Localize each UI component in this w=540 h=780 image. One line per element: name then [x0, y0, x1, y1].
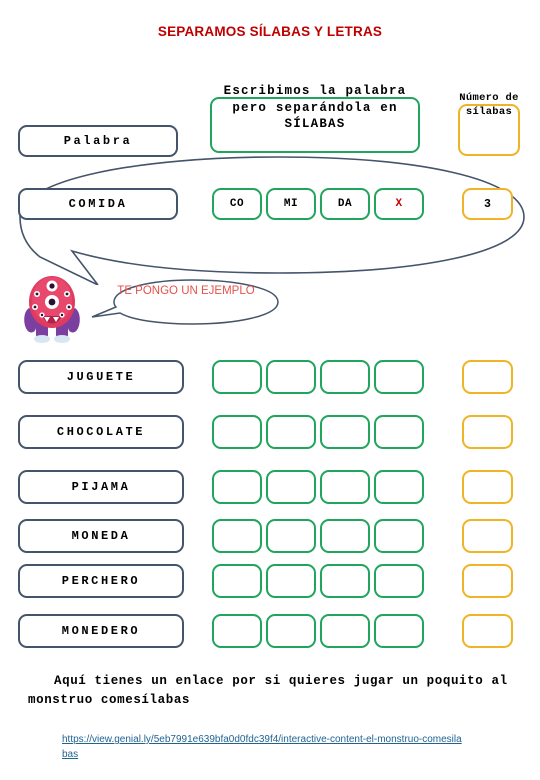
- footer-instruction: Aquí tienes un enlace por si quieres jug…: [28, 674, 508, 708]
- example-count-text: 3: [484, 197, 491, 211]
- exercise-syllable-input[interactable]: [320, 614, 370, 648]
- exercise-count-input[interactable]: [462, 470, 513, 504]
- exercise-word-text: MONEDERO: [61, 624, 141, 638]
- exercise-syllable-input[interactable]: [320, 564, 370, 598]
- header-count-label-text: Número de sílabas: [459, 92, 519, 118]
- example-syllable-text: X: [395, 198, 403, 210]
- exercise-syllable-input[interactable]: [320, 360, 370, 394]
- header-word-label-text: Palabra: [63, 134, 133, 148]
- exercise-syllable-input[interactable]: [266, 360, 316, 394]
- example-syllable-text: MI: [283, 198, 299, 210]
- exercise-syllable-input[interactable]: [212, 614, 262, 648]
- header-count-label: Número de sílabas: [458, 92, 520, 156]
- exercise-word-text: JUGUETE: [66, 370, 136, 384]
- exercise-syllable-input[interactable]: [212, 470, 262, 504]
- monster-character-icon: [24, 276, 80, 343]
- exercise-word-box: MONEDERO: [18, 614, 184, 648]
- exercise-count-input[interactable]: [462, 415, 513, 449]
- exercise-syllable-input[interactable]: [266, 519, 316, 553]
- exercise-syllable-input[interactable]: [320, 519, 370, 553]
- example-syllable-cell[interactable]: DA: [320, 188, 370, 220]
- exercise-word-box: MONEDA: [18, 519, 184, 553]
- exercise-syllable-input[interactable]: [212, 415, 262, 449]
- exercise-syllable-input[interactable]: [374, 614, 424, 648]
- example-count-box: 3: [462, 188, 513, 220]
- exercise-syllable-input[interactable]: [374, 415, 424, 449]
- exercise-syllable-input[interactable]: [374, 360, 424, 394]
- example-syllable-cell[interactable]: MI: [266, 188, 316, 220]
- example-word-box: COMIDA: [18, 188, 178, 220]
- exercise-syllable-input[interactable]: [374, 470, 424, 504]
- exercise-syllable-input[interactable]: [374, 564, 424, 598]
- exercise-syllable-input[interactable]: [266, 564, 316, 598]
- exercise-syllable-input[interactable]: [320, 415, 370, 449]
- genially-link[interactable]: https://view.genial.ly/5eb7991e639bfa0d0…: [62, 733, 462, 762]
- page-title: SEPARAMOS SÍLABAS Y LETRAS: [157, 24, 383, 39]
- monster-speech-bubble-text: TE PONGO UN EJEMPLO: [117, 285, 255, 297]
- exercise-count-input[interactable]: [462, 614, 513, 648]
- exercise-syllable-input[interactable]: [266, 470, 316, 504]
- exercise-count-input[interactable]: [462, 360, 513, 394]
- exercise-syllable-input[interactable]: [212, 519, 262, 553]
- exercise-word-box: JUGUETE: [18, 360, 184, 394]
- header-word-label: Palabra: [18, 125, 178, 157]
- example-word-text: COMIDA: [68, 197, 128, 211]
- exercise-word-box: CHOCOLATE: [18, 415, 184, 449]
- exercise-count-input[interactable]: [462, 519, 513, 553]
- exercise-syllable-input[interactable]: [320, 470, 370, 504]
- example-syllable-text: DA: [337, 198, 353, 210]
- example-syllable-cell[interactable]: CO: [212, 188, 262, 220]
- exercise-word-text: CHOCOLATE: [56, 425, 146, 439]
- header-syllables-label: Escribimos la palabra pero separándola e…: [210, 84, 420, 153]
- exercise-syllable-input[interactable]: [212, 360, 262, 394]
- exercise-syllable-input[interactable]: [212, 564, 262, 598]
- example-syllable-text: CO: [229, 198, 245, 210]
- exercise-syllable-input[interactable]: [266, 415, 316, 449]
- exercise-syllable-input[interactable]: [266, 614, 316, 648]
- exercise-word-box: PERCHERO: [18, 564, 184, 598]
- exercise-word-box: PIJAMA: [18, 470, 184, 504]
- exercise-word-text: PERCHERO: [61, 574, 141, 588]
- exercise-word-text: MONEDA: [71, 529, 131, 543]
- header-syllables-label-text: Escribimos la palabra pero separándola e…: [223, 84, 407, 131]
- exercise-syllable-input[interactable]: [374, 519, 424, 553]
- exercise-count-input[interactable]: [462, 564, 513, 598]
- example-syllable-cell[interactable]: X: [374, 188, 424, 220]
- exercise-word-text: PIJAMA: [71, 480, 131, 494]
